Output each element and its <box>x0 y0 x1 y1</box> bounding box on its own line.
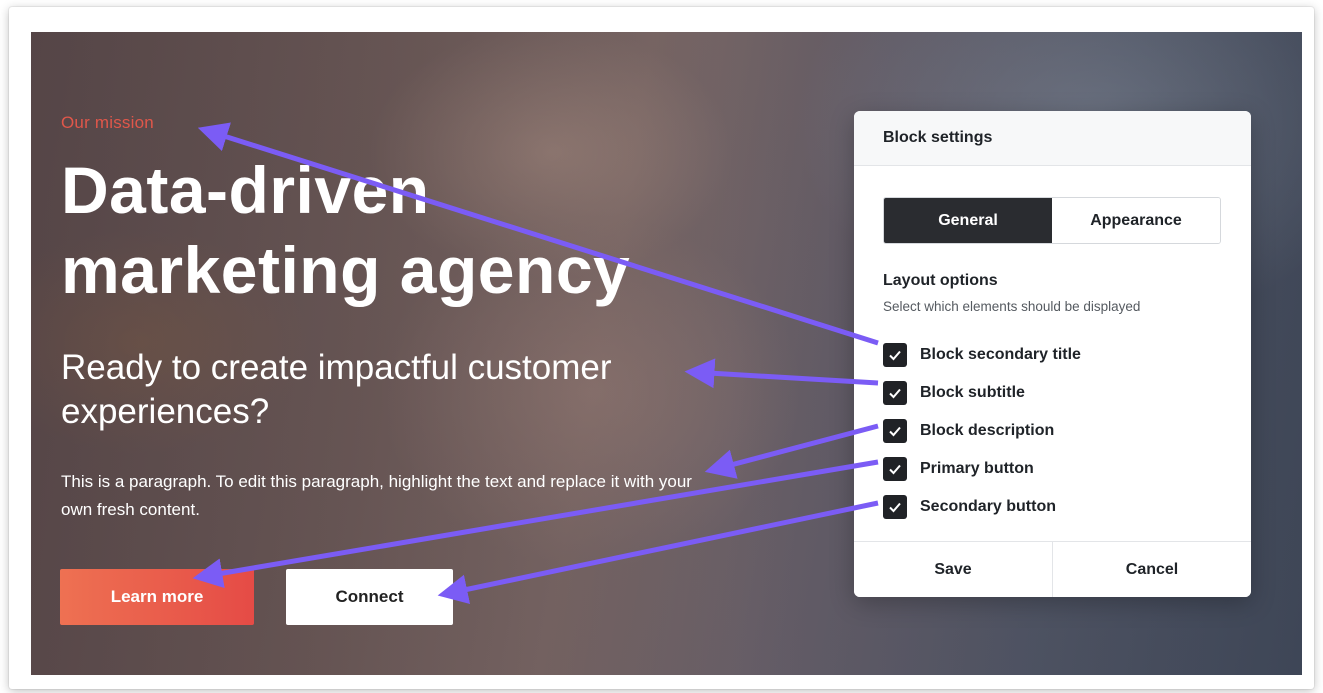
panel-title: Block settings <box>854 111 1251 166</box>
tab-general[interactable]: General <box>884 198 1052 243</box>
connect-button[interactable]: Connect <box>286 569 453 625</box>
save-button[interactable]: Save <box>854 542 1052 597</box>
cancel-button[interactable]: Cancel <box>1052 542 1251 597</box>
checkbox-checked-icon[interactable] <box>883 457 907 481</box>
option-label: Block subtitle <box>920 384 1025 401</box>
checkbox-checked-icon[interactable] <box>883 343 907 367</box>
layout-options-list: Block secondary title Block subtitle Blo… <box>883 336 1213 526</box>
option-secondary-button[interactable]: Secondary button <box>883 488 1213 526</box>
option-block-description[interactable]: Block description <box>883 412 1213 450</box>
option-label: Primary button <box>920 460 1034 477</box>
option-block-secondary-title[interactable]: Block secondary title <box>883 336 1213 374</box>
hero-secondary-title: Our mission <box>61 113 154 132</box>
hero-title: Data-driven marketing agency <box>61 153 631 307</box>
checkbox-checked-icon[interactable] <box>883 495 907 519</box>
option-label: Block description <box>920 422 1055 439</box>
option-label: Block secondary title <box>920 346 1081 363</box>
option-label: Secondary button <box>920 498 1057 515</box>
hero-subtitle: Ready to create impactful customer exper… <box>61 348 612 431</box>
panel-footer: Save Cancel <box>854 541 1251 597</box>
checkbox-checked-icon[interactable] <box>883 381 907 405</box>
hero-description: This is a paragraph. To edit this paragr… <box>61 472 692 519</box>
block-settings-panel: Block settings General Appearance Layout… <box>854 111 1251 597</box>
tab-appearance[interactable]: Appearance <box>1052 198 1220 243</box>
option-block-subtitle[interactable]: Block subtitle <box>883 374 1213 412</box>
option-primary-button[interactable]: Primary button <box>883 450 1213 488</box>
panel-tabs: General Appearance <box>883 197 1221 244</box>
checkbox-checked-icon[interactable] <box>883 419 907 443</box>
layout-options-title: Layout options <box>883 272 998 289</box>
layout-options-description: Select which elements should be displaye… <box>883 299 1141 314</box>
learn-more-button[interactable]: Learn more <box>60 569 254 625</box>
